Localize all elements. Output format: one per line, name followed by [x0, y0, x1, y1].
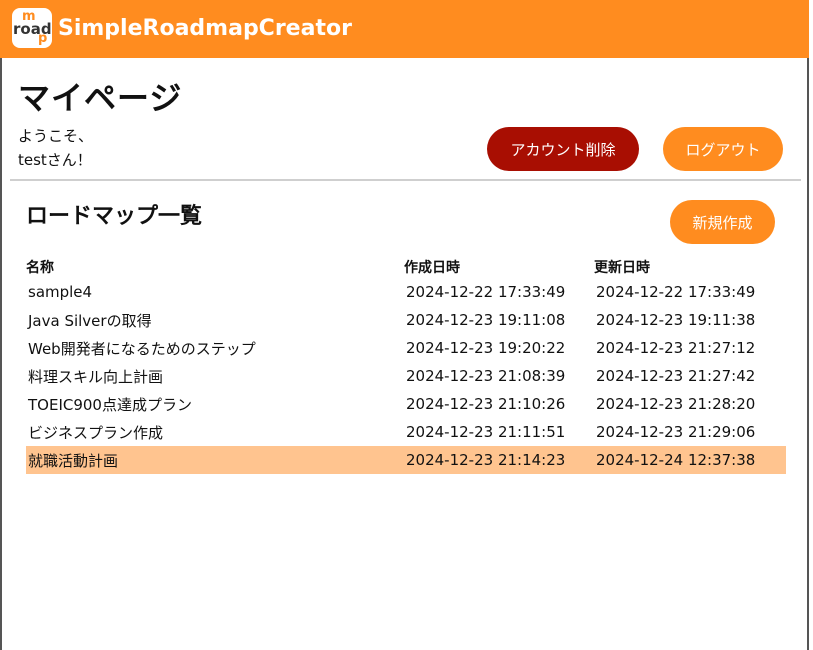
table-row[interactable]: sample4 2024-12-22 17:33:49 2024-12-22 1… — [26, 278, 786, 306]
logout-button[interactable]: ログアウト — [663, 127, 783, 171]
roadmap-list-title: ロードマップ一覧 — [26, 204, 203, 229]
page-title: マイページ — [18, 79, 183, 117]
column-header-name: 名称 — [26, 260, 54, 276]
roadmap-updated: 2024-12-23 21:28:20 — [596, 395, 756, 413]
roadmap-name[interactable]: Web開発者になるためのステップ — [26, 338, 404, 359]
roadmap-name[interactable]: TOEIC900点達成プラン — [26, 394, 404, 415]
roadmap-updated: 2024-12-23 21:29:06 — [596, 423, 756, 441]
table-row[interactable]: Java Silverの取得 2024-12-23 19:11:08 2024-… — [26, 306, 786, 334]
table-row-selected[interactable]: 就職活動計画 2024-12-23 21:14:23 2024-12-24 12… — [26, 446, 786, 474]
roadmap-updated: 2024-12-22 17:33:49 — [596, 283, 756, 301]
roadmap-name[interactable]: 料理スキル向上計画 — [26, 366, 404, 387]
roadmap-created: 2024-12-23 19:11:08 — [406, 311, 566, 329]
section-divider — [10, 179, 801, 181]
app-logo-icon[interactable]: m road p — [12, 8, 52, 48]
roadmap-name[interactable]: sample4 — [26, 283, 404, 301]
logo-letter-bottom: p — [38, 31, 48, 46]
table-row[interactable]: 料理スキル向上計画 2024-12-23 21:08:39 2024-12-23… — [26, 362, 786, 390]
roadmap-created: 2024-12-23 19:20:22 — [406, 339, 566, 357]
roadmap-created: 2024-12-23 21:11:51 — [406, 423, 566, 441]
roadmap-created: 2024-12-23 21:14:23 — [406, 451, 566, 469]
table-row[interactable]: Web開発者になるためのステップ 2024-12-23 19:20:22 202… — [26, 334, 786, 362]
new-roadmap-button[interactable]: 新規作成 — [670, 200, 775, 244]
roadmap-name[interactable]: Java Silverの取得 — [26, 310, 404, 331]
roadmap-table: 名称 作成日時 更新日時 sample4 2024-12-22 17:33:49… — [26, 256, 786, 474]
roadmap-name[interactable]: ビジネスプラン作成 — [26, 422, 404, 443]
app-title[interactable]: SimpleRoadmapCreator — [58, 15, 352, 43]
table-row[interactable]: ビジネスプラン作成 2024-12-23 21:11:51 2024-12-23… — [26, 418, 786, 446]
roadmap-updated: 2024-12-23 21:27:42 — [596, 367, 756, 385]
table-row[interactable]: TOEIC900点達成プラン 2024-12-23 21:10:26 2024-… — [26, 390, 786, 418]
table-header: 名称 作成日時 更新日時 — [26, 256, 786, 278]
roadmap-name[interactable]: 就職活動計画 — [26, 450, 404, 471]
welcome-message: ようこそ、 testさん！ — [18, 124, 93, 172]
app-header: m road p SimpleRoadmapCreator — [0, 0, 809, 58]
welcome-line-2: testさん！ — [18, 151, 92, 169]
roadmap-updated: 2024-12-23 19:11:38 — [596, 311, 756, 329]
column-header-created: 作成日時 — [404, 260, 460, 276]
column-header-updated: 更新日時 — [594, 260, 650, 276]
roadmap-created: 2024-12-22 17:33:49 — [406, 283, 566, 301]
roadmap-updated: 2024-12-24 12:37:38 — [596, 451, 756, 469]
welcome-line-1: ようこそ、 — [18, 127, 94, 145]
roadmap-updated: 2024-12-23 21:27:12 — [596, 339, 756, 357]
roadmap-created: 2024-12-23 21:08:39 — [406, 367, 566, 385]
delete-account-button[interactable]: アカウント削除 — [487, 127, 639, 171]
roadmap-created: 2024-12-23 21:10:26 — [406, 395, 566, 413]
